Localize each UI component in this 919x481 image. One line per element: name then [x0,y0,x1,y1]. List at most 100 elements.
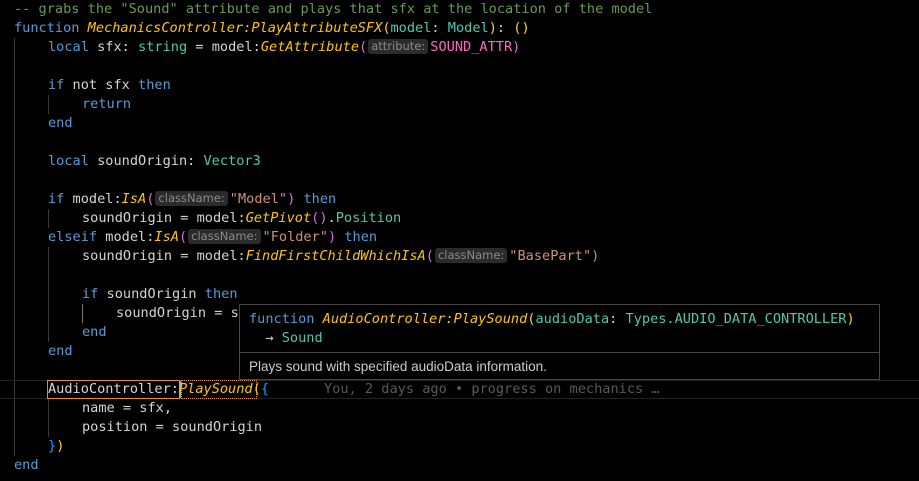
code-line-18[interactable]: position = soundOrigin [0,418,262,437]
code-line-5[interactable]: return [0,95,131,114]
function-name: MechanicsController:PlayAttributeSFX [87,20,383,36]
expression: soundOrigin = model: [82,210,246,226]
type-name: Model [447,20,489,36]
keyword: if [48,191,65,207]
bracket: ) [846,311,855,327]
code-line-4[interactable]: if not sfx then [0,76,171,95]
inlay-hint: className: [434,248,508,263]
hover-documentation: Plays sound with specified audioData inf… [249,359,547,374]
expression: model: [97,229,155,245]
keyword: local [48,39,89,55]
object-name: AudioController [48,381,171,397]
function-signature: function MechanicsController:PlayAttribu… [14,19,530,38]
method-call: AudioController:PlaySound({ [48,380,269,399]
constant: SOUND_ATTR [430,39,513,55]
inlay-hint: className: [188,229,261,244]
bracket: { [260,381,269,397]
assignment: soundOrigin = model:FindFirstChildWhichI… [82,247,599,266]
hover-signature: function AudioController:PlaySound(audio… [249,310,855,348]
bracket: ( [178,229,188,245]
punctuation: : [609,311,626,327]
method-name: PlaySound [178,381,253,397]
method-name: IsA [154,229,179,245]
bracket: ) [56,438,65,454]
code-line-8[interactable]: if model:IsA(className: "Model") then [0,190,336,209]
code-line-7[interactable]: local soundOrigin: Vector3 [0,152,261,171]
method-name: FindFirstChildWhichIsA [245,248,426,264]
code-line-14[interactable]: end [0,323,107,342]
inlay-hint: attribute: [368,39,429,54]
method-name: GetAttribute [260,39,360,55]
type-name: Types.AUDIO_DATA_CONTROLLER [625,311,847,327]
type-name: string [138,39,188,55]
keyword: end [14,457,39,473]
table-field: name = sfx, [82,400,173,416]
expression: model: [64,191,122,207]
closing-brackets: }) [48,437,64,456]
method-name: IsA [121,191,147,207]
parameter: model [390,20,432,36]
code-line-9[interactable]: soundOrigin = model:GetPivot().Position [0,209,401,228]
inlay-hint: className: [155,191,228,206]
indent-guide [48,209,49,228]
code-line-17[interactable]: name = sfx, [0,399,172,418]
assignment: soundOrigin = model:GetPivot().Position [82,209,401,228]
property: Position [335,210,402,226]
code-line-6[interactable]: end [0,114,73,133]
local-declaration: local soundOrigin: Vector3 [48,152,261,171]
bracket: () [311,210,328,226]
code-line-11[interactable]: soundOrigin = model:FindFirstChildWhichI… [0,247,599,266]
if-statement: if not sfx then [48,76,171,95]
code-line-15[interactable]: end [0,342,73,361]
keyword: if [48,77,65,93]
code-line-20[interactable]: end [0,456,39,475]
code-line-16[interactable]: AudioController:PlaySound({ You, 2 days … [0,380,660,399]
code-line-19[interactable]: }) [0,437,64,456]
keyword: end [82,324,107,340]
bracket: ) [591,248,600,264]
string-literal: "Folder" [262,229,328,245]
code-editor[interactable]: -- grabs the "Sound" attribute and plays… [0,0,919,481]
code-line-3[interactable]: local sfx: string = model:GetAttribute(a… [0,38,520,57]
keyword: local [48,153,89,169]
return-type: () [513,20,530,36]
bracket: ) [488,20,497,36]
punctuation: : [496,20,514,36]
string-literal: "BasePart" [509,248,592,264]
variable: soundOrigin: [88,153,204,169]
expression: soundOrigin = model: [82,248,246,264]
keyword: then [336,229,378,245]
if-statement: if soundOrigin then [82,285,238,304]
punctuation: : [121,39,139,55]
git-blame-annotation[interactable]: You, 2 days ago • progress on mechanics … [324,380,660,399]
parameter: audioData [535,311,610,327]
local-declaration: local sfx: string = model:GetAttribute(a… [48,38,520,57]
code-line-13[interactable]: soundOrigin = s [0,304,239,323]
variable: sfx [88,39,122,55]
keyword: return [82,96,132,112]
code-line-12[interactable]: if soundOrigin then [0,285,238,304]
keyword: function [249,311,315,327]
return-type: Sound [281,330,323,346]
divider [240,352,879,353]
indent-guide [48,247,49,342]
bracket: ( [382,20,391,36]
punctuation: . [327,210,336,226]
expression: not sfx [64,77,139,93]
indent-guide [48,399,49,437]
indent-guide-active [82,304,83,323]
code-line-2[interactable]: function MechanicsController:PlayAttribu… [0,19,530,38]
bracket: ( [425,248,434,264]
keyword: if [82,286,99,302]
code-line-1[interactable]: -- grabs the "Sound" attribute and plays… [0,0,652,19]
type-name: Vector3 [203,153,261,169]
keyword: elseif [48,229,98,245]
keyword: function [14,20,80,36]
bracket: ) [328,229,337,245]
function-name: AudioController:PlaySound [322,311,528,327]
expression: soundOrigin [98,286,205,302]
punctuation: : [431,20,448,36]
code-line-10[interactable]: elseif model:IsA(className: "Folder") the… [0,228,377,247]
hover-tooltip[interactable]: function AudioController:PlaySound(audio… [239,304,880,380]
return-arrow: → [249,330,282,346]
